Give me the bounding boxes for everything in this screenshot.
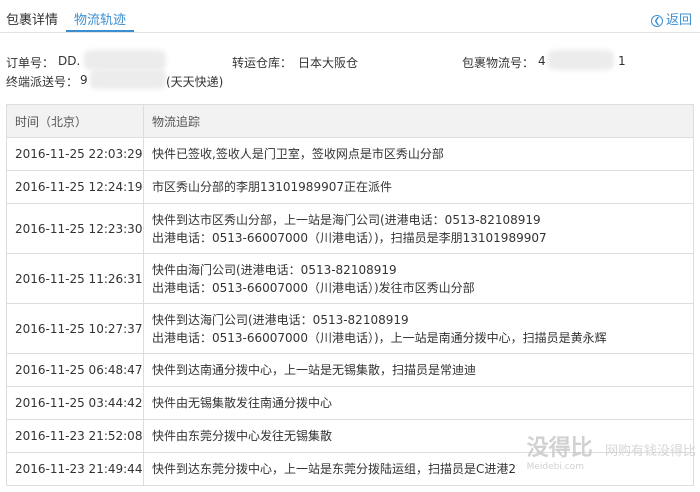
row-time: 2016-11-25 06:48:47: [6, 353, 144, 387]
package-tracking-value: 4: [538, 54, 546, 68]
table-row: 2016-11-25 03:44:42 快件由无锡集散发往南通分拨中心: [6, 386, 694, 420]
order-number-value: DD.: [58, 54, 81, 68]
package-tracking-label: 包裹物流号：: [462, 56, 535, 70]
tab-bar: 包裹详情 物流轨迹 ❮ 返回: [0, 0, 700, 33]
row-tracking-cell: 快件到达市区秀山分部，上一站是海门公司(进港电话：0513-82108919 出港…: [143, 203, 694, 254]
row-tracking-cell: 快件已签收,签收人是门卫室，签收网点是市区秀山分部: [143, 137, 694, 171]
back-arrow-icon: ❮: [650, 15, 663, 27]
tab-package-details[interactable]: 包裹详情: [6, 9, 58, 28]
row-tracking-cell: 市区秀山分部的李朋13101989907正在派件: [143, 170, 694, 204]
row-time: 2016-11-25 12:23:30: [6, 203, 144, 254]
row-tracking-text: 快件到达市区秀山分部，上一站是海门公司(进港电话：0513-82108919: [152, 212, 541, 227]
back-link[interactable]: ❮ 返回: [650, 9, 692, 28]
row-tracking-text: 出港电话：0513-66007000（川港电话）)发往市区秀山分部: [152, 280, 475, 295]
active-tab-indicator: [66, 30, 134, 32]
row-time: 2016-11-25 22:03:29: [6, 137, 144, 171]
redacted-terminal-number: [90, 69, 166, 89]
watermark-logo-text: 没得比: [526, 436, 593, 461]
row-tracking-text: 市区秀山分部的李朋13101989907正在派件: [152, 180, 392, 194]
column-header-time: 时间（北京）: [6, 104, 144, 138]
row-tracking-cell: 快件由无锡集散发往南通分拨中心: [143, 386, 694, 420]
row-time: 2016-11-23 21:52:08: [6, 419, 144, 453]
tracking-table: 时间（北京） 物流追踪 2016-11-25 22:03:29 快件已签收,签收人…: [6, 104, 694, 486]
watermark: 没得比 网购有钱没得比 Meidebi.com: [527, 430, 696, 472]
row-tracking-cell: 快件到达南通分拨中心，上一站是无锡集散，扫描员是常迪迪: [143, 353, 694, 387]
row-tracking-text: 出港电话：0513-66007000（川港电话）)，上一站是南通分拨中心，扫描员…: [152, 330, 607, 345]
row-tracking-text: 快件已签收,签收人是门卫室，签收网点是市区秀山分部: [152, 147, 444, 161]
watermark-domain: Meidebi.com: [526, 462, 584, 472]
package-tracking-tail: 1: [618, 54, 626, 68]
table-row: 2016-11-25 10:27:37 快件到达海门公司(进港电话：0513-82…: [6, 303, 694, 354]
table-row: 2016-11-25 22:03:29 快件已签收,签收人是门卫室，签收网点是市区…: [6, 137, 694, 171]
row-time: 2016-11-25 11:26:31: [6, 253, 144, 304]
tab-logistics-tracking[interactable]: 物流轨迹: [74, 9, 126, 28]
column-header-tracking: 物流追踪: [143, 104, 694, 138]
row-tracking-text: 快件由无锡集散发往南通分拨中心: [152, 396, 333, 410]
table-row: 2016-11-25 06:48:47 快件到达南通分拨中心，上一站是无锡集散，扫…: [6, 353, 694, 387]
redacted-order-number: [84, 50, 166, 70]
warehouse-value: 日本大阪仓: [298, 56, 359, 70]
row-time: 2016-11-25 10:27:37: [6, 303, 144, 354]
row-tracking-text: 快件到达南通分拨中心，上一站是无锡集散，扫描员是常迪迪: [152, 363, 477, 377]
row-tracking-cell: 快件由海门公司(进港电话：0513-82108919 出港电话：0513-6600…: [143, 253, 694, 304]
terminal-delivery-label: 终端派送号：: [6, 75, 79, 89]
row-time: 2016-11-25 03:44:42: [6, 386, 144, 420]
row-tracking-text: 快件由海门公司(进港电话：0513-82108919: [152, 262, 397, 277]
row-tracking-text: 快件到达海门公司(进港电话：0513-82108919: [152, 312, 409, 327]
row-time: 2016-11-25 12:24:19: [6, 170, 144, 204]
row-tracking-text: 出港电话：0513-66007000（川港电话）)，扫描员是李朋13101989…: [152, 230, 547, 245]
row-tracking-cell: 快件到达海门公司(进港电话：0513-82108919 出港电话：0513-660…: [143, 303, 694, 354]
redacted-package-number: [548, 50, 614, 70]
back-label: 返回: [665, 13, 692, 28]
table-row: 2016-11-25 11:26:31 快件由海门公司(进港电话：0513-821…: [6, 253, 694, 304]
warehouse-label: 转运仓库：: [232, 56, 293, 70]
terminal-delivery-value: 9: [80, 73, 88, 87]
table-header-row: 时间（北京） 物流追踪: [6, 104, 694, 138]
row-time: 2016-11-23 21:49:44: [6, 452, 144, 486]
table-row: 2016-11-25 12:24:19 市区秀山分部的李朋13101989907正…: [6, 170, 694, 204]
table-row: 2016-11-25 12:23:30 快件到达市区秀山分部，上一站是海门公司(进…: [6, 203, 694, 254]
watermark-slogan: 网购有钱没得比: [604, 444, 696, 459]
terminal-carrier: (天天快递): [166, 75, 224, 89]
order-number-label: 订单号：: [6, 56, 55, 70]
